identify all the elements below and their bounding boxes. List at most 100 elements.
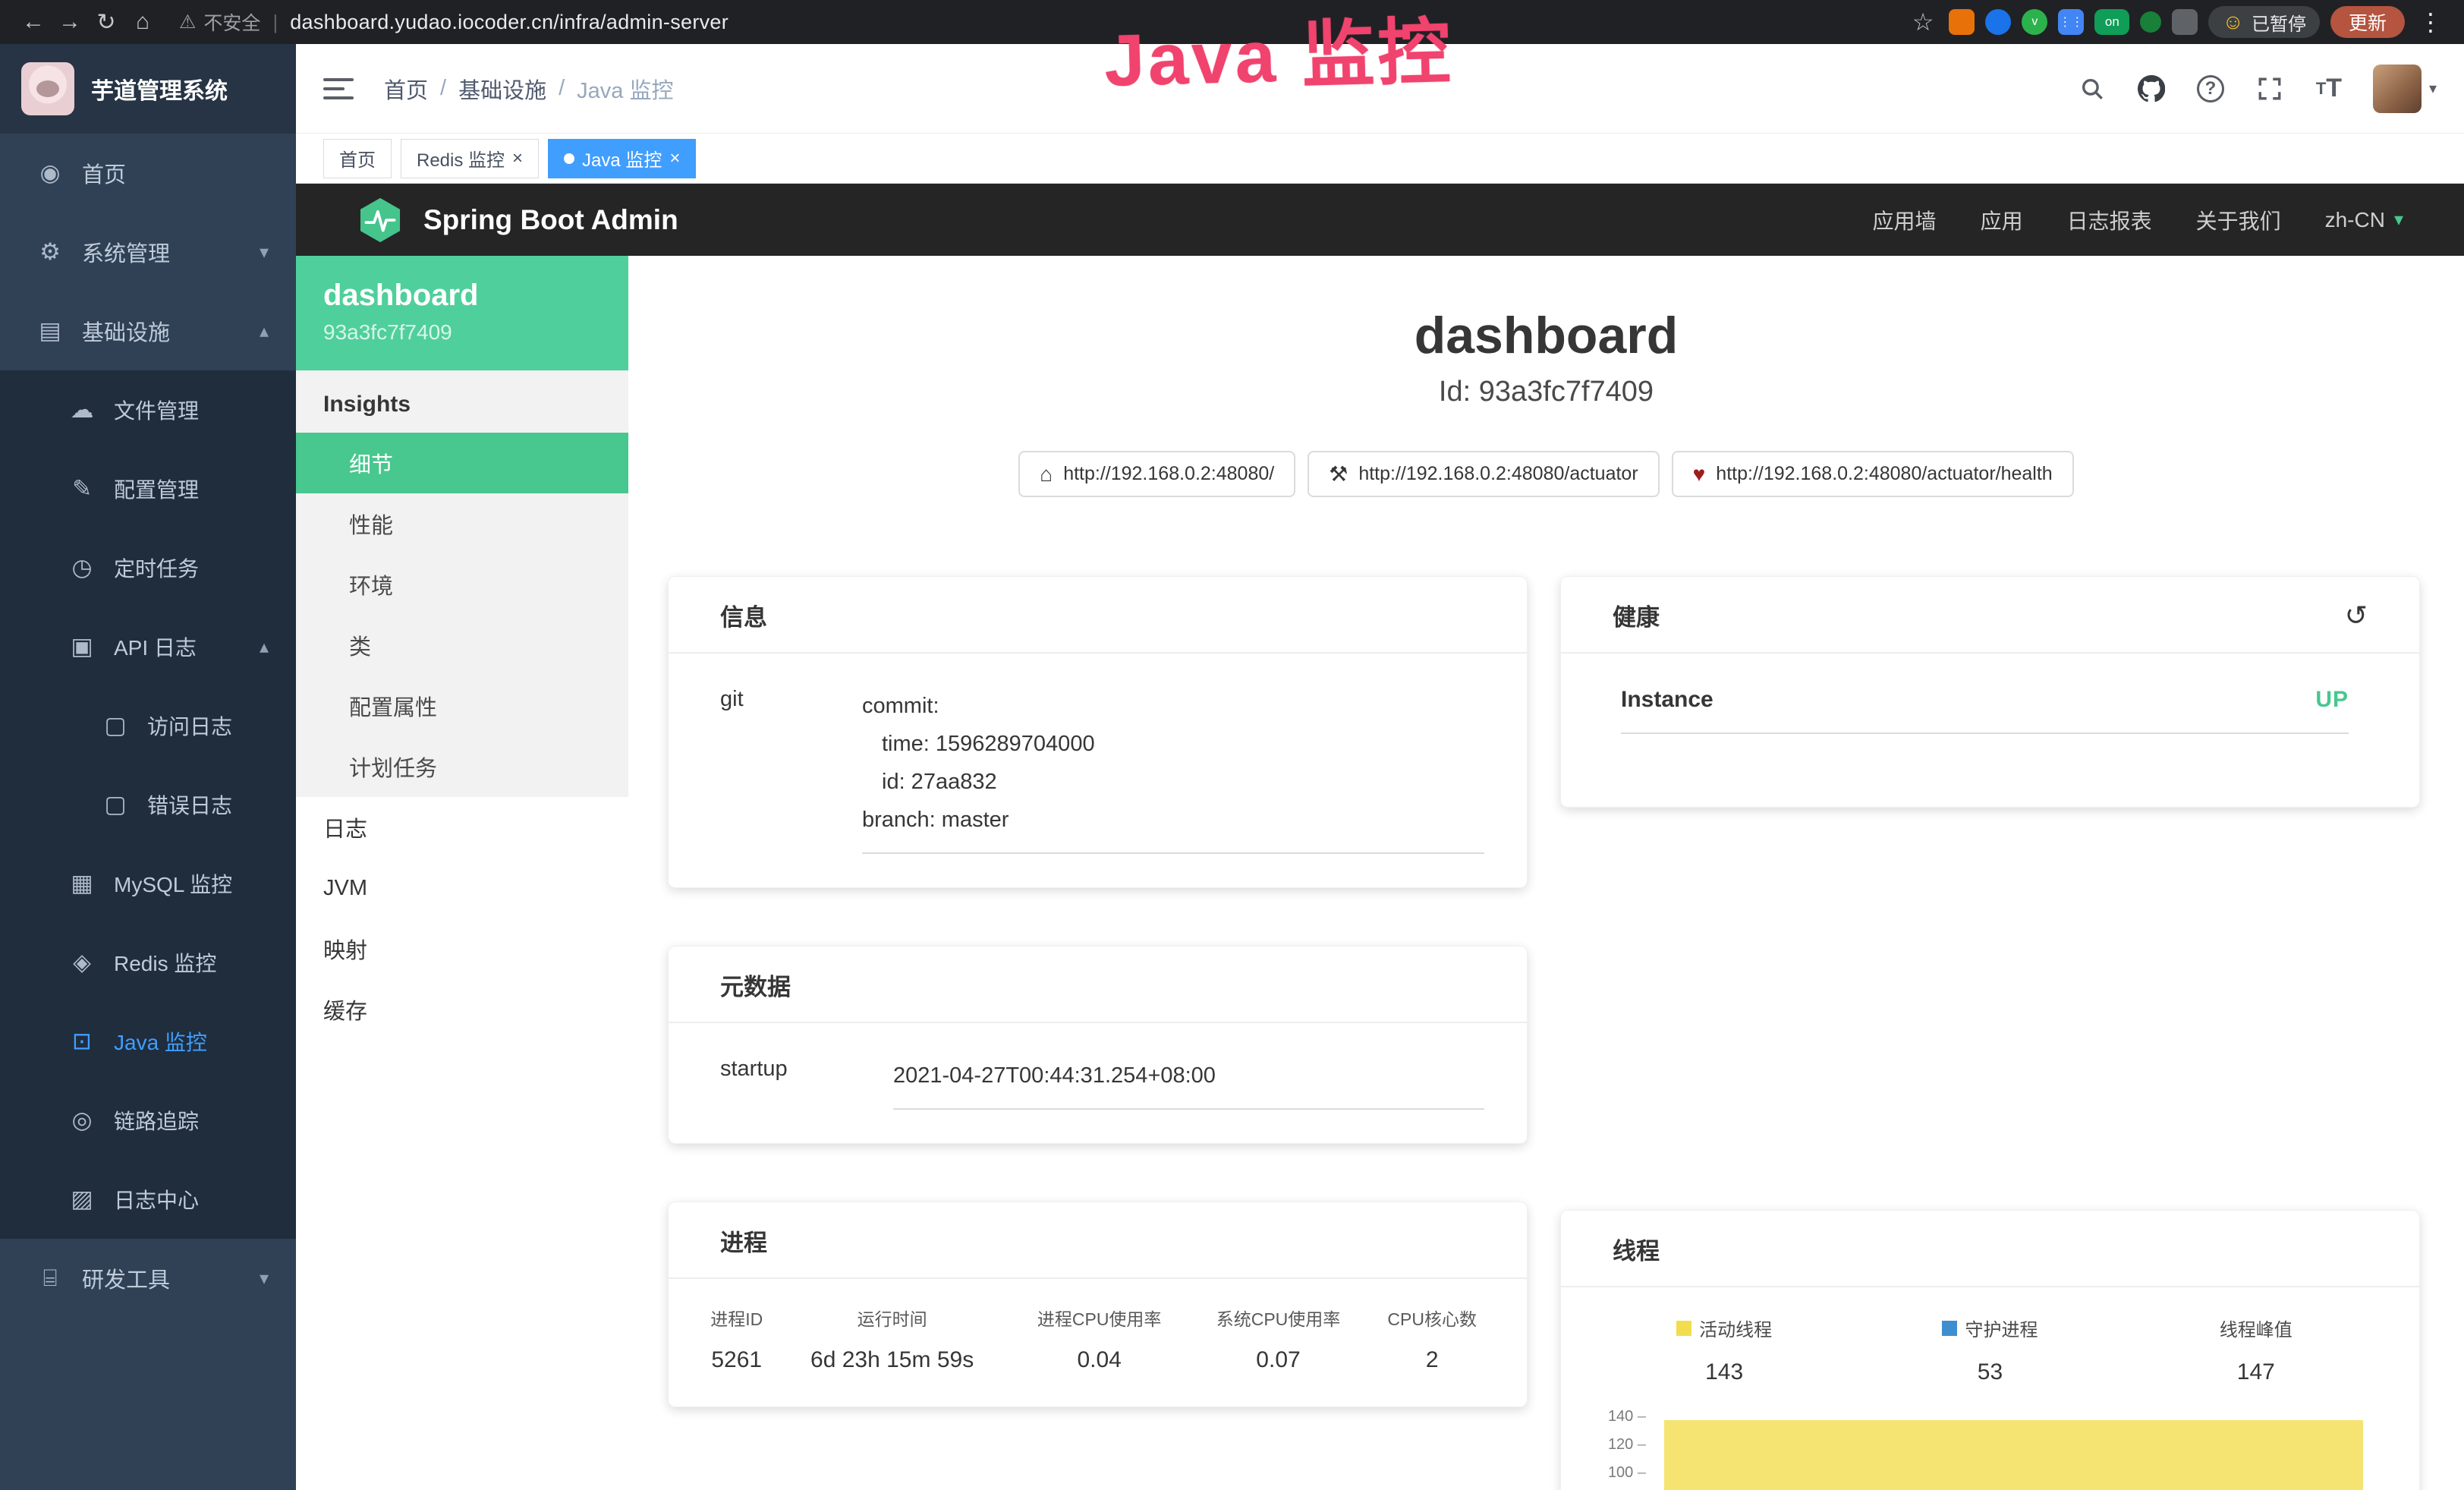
locale-select[interactable]: zh-CN ▾	[2325, 208, 2403, 232]
help-icon[interactable]: ?	[2195, 74, 2226, 104]
sidebar-item-label: 基础设施	[82, 315, 170, 347]
sba-item-logs[interactable]: 日志	[296, 797, 628, 858]
forward-icon[interactable]: →	[52, 9, 88, 35]
sba-item-environment[interactable]: 环境	[296, 554, 628, 615]
actuator-url-button[interactable]: ⚒ http://192.168.0.2:48080/actuator	[1308, 451, 1659, 497]
sidebar-item-java-monitor[interactable]: ⊡ Java 监控	[0, 1002, 296, 1081]
sba-nav-wallboard[interactable]: 应用墙	[1873, 205, 1937, 235]
sidebar-item-file-management[interactable]: ☁ 文件管理	[0, 370, 296, 449]
app-logo-row[interactable]: 芋道管理系统	[0, 44, 296, 134]
security-indicator[interactable]: ⚠ 不安全	[179, 8, 260, 36]
chevron-up-icon: ▴	[260, 636, 269, 658]
sidebar-item-scheduled-jobs[interactable]: ◷ 定时任务	[0, 528, 296, 607]
info-value: commit: time: 1596289704000 id: 27aa832 …	[862, 687, 1484, 854]
instance-header[interactable]: dashboard 93a3fc7f7409	[296, 256, 628, 370]
extension-icon[interactable]	[1985, 9, 2011, 35]
service-url-button[interactable]: ⌂ http://192.168.0.2:48080/	[1018, 451, 1295, 497]
extension-icon[interactable]: ⋮⋮	[2058, 9, 2084, 35]
history-icon[interactable]: ↺	[2345, 600, 2368, 632]
threads-chart: 140 120 100	[1591, 1408, 2389, 1490]
sidebar-item-label: 配置管理	[114, 474, 199, 504]
breadcrumb-home[interactable]: 首页	[384, 73, 428, 105]
refresh-icon[interactable]: ↻	[88, 9, 124, 36]
paused-label: 已暂停	[2252, 9, 2306, 36]
sba-item-mappings[interactable]: 映射	[296, 918, 628, 979]
address-bar[interactable]: dashboard.yudao.iocoder.cn/infra/admin-s…	[290, 11, 729, 34]
sba-nav-journal[interactable]: 日志报表	[2067, 205, 2152, 235]
font-size-icon[interactable]: TT	[2314, 74, 2344, 104]
sba-nav-applications[interactable]: 应用	[1981, 205, 2023, 235]
live-threads-swatch	[1676, 1321, 1691, 1336]
sba-nav-about[interactable]: 关于我们	[2196, 205, 2281, 235]
infrastructure-icon: ▤	[32, 317, 68, 345]
user-menu[interactable]: ▾	[2373, 65, 2437, 113]
sba-item-caches[interactable]: 缓存	[296, 979, 628, 1040]
extension-toggle-icon[interactable]: on	[2094, 9, 2129, 35]
update-button[interactable]: 更新	[2330, 6, 2405, 38]
tab-java-monitor[interactable]: Java 监控 ×	[548, 139, 696, 178]
tab-home[interactable]: 首页	[323, 139, 392, 178]
bookmark-star-icon[interactable]: ☆	[1912, 8, 1934, 36]
chevron-up-icon: ▴	[260, 320, 269, 342]
sba-brand[interactable]: Spring Boot Admin	[423, 204, 678, 236]
sidebar-item-dev-tools[interactable]: ⌸ 研发工具 ▾	[0, 1239, 296, 1318]
github-icon[interactable]	[2136, 74, 2167, 104]
browser-menu-icon[interactable]: ⋮	[2412, 8, 2449, 36]
sba-item-metrics[interactable]: 性能	[296, 493, 628, 554]
extension-icon[interactable]	[1949, 9, 1975, 35]
app-sidebar: 芋道管理系统 ◉ 首页 ⚙ 系统管理 ▾ ▤ 基础设施 ▴ ☁ 文件管理	[0, 44, 296, 1490]
chevron-down-icon: ▾	[260, 1268, 269, 1290]
close-icon[interactable]: ×	[669, 148, 680, 169]
insights-group: Insights 细节 性能 环境 类 配置属性 计划任务	[296, 370, 628, 797]
sidebar-item-tracing[interactable]: ◎ 链路追踪	[0, 1081, 296, 1160]
sidebar-item-system[interactable]: ⚙ 系统管理 ▾	[0, 213, 296, 291]
sidebar-item-home[interactable]: ◉ 首页	[0, 134, 296, 213]
search-icon[interactable]	[2077, 74, 2107, 104]
tags-bar: 首页 Redis 监控 × Java 监控 ×	[296, 134, 2464, 184]
spring-boot-admin-logo	[357, 197, 404, 244]
card-title: 进程	[720, 1224, 767, 1258]
card-title: 线程	[1613, 1232, 1660, 1266]
metadata-key: startup	[720, 1057, 893, 1110]
sidebar-item-config-management[interactable]: ✎ 配置管理	[0, 449, 296, 528]
trace-icon: ◎	[64, 1107, 100, 1134]
insights-label[interactable]: Insights	[296, 370, 628, 433]
sba-navbar: Spring Boot Admin 应用墙 应用 日志报表 关于我们 zh-CN…	[296, 184, 2464, 256]
back-icon[interactable]: ←	[15, 9, 52, 35]
sba-item-config-props[interactable]: 配置属性	[296, 676, 628, 736]
info-card: 信息 git commit: time: 1596289704000 id: 2…	[668, 576, 1528, 888]
sidebar-item-label: 系统管理	[82, 236, 170, 268]
sidebar-item-infrastructure[interactable]: ▤ 基础设施 ▴	[0, 291, 296, 370]
monitor-icon: ⊡	[64, 1028, 100, 1055]
extension-icon[interactable]	[2140, 11, 2161, 33]
fullscreen-icon[interactable]	[2255, 74, 2285, 104]
sidebar-item-access-logs[interactable]: ▢ 访问日志	[0, 686, 296, 765]
sidebar-item-error-logs[interactable]: ▢ 错误日志	[0, 765, 296, 844]
sidebar-item-log-center[interactable]: ▨ 日志中心	[0, 1160, 296, 1239]
sidebar-item-mysql-monitor[interactable]: ▦ MySQL 监控	[0, 844, 296, 923]
chevron-down-icon: ▾	[2394, 209, 2403, 231]
close-icon[interactable]: ×	[512, 148, 523, 169]
sidebar-item-api-logs[interactable]: ▣ API 日志 ▴	[0, 607, 296, 686]
tab-redis-monitor[interactable]: Redis 监控 ×	[401, 139, 539, 178]
threads-values: 143 53 147	[1591, 1359, 2389, 1385]
sidebar-item-redis-monitor[interactable]: ◈ Redis 监控	[0, 923, 296, 1002]
table-row: 5261 6d 23h 15m 59s 0.04 0.07 2	[699, 1335, 1496, 1373]
status-badge: UP	[2315, 687, 2349, 713]
card-title: 信息	[720, 598, 767, 632]
extension-icon[interactable]: v	[2022, 9, 2047, 35]
puzzle-extension-icon[interactable]	[2172, 9, 2198, 35]
security-label: 不安全	[203, 8, 260, 36]
breadcrumb-infrastructure[interactable]: 基础设施	[458, 73, 546, 105]
home-icon[interactable]: ⌂	[124, 9, 161, 35]
sba-item-details[interactable]: 细节	[296, 433, 628, 493]
health-url-button[interactable]: ♥ http://192.168.0.2:48080/actuator/heal…	[1672, 451, 2074, 497]
sba-item-scheduled-tasks[interactable]: 计划任务	[296, 736, 628, 797]
hamburger-icon[interactable]	[323, 78, 354, 99]
sba-item-classes[interactable]: 类	[296, 615, 628, 676]
paused-badge[interactable]: ☺ 已暂停	[2208, 6, 2320, 38]
dashboard-icon: ◉	[32, 159, 68, 187]
error-log-icon: ▢	[97, 791, 134, 818]
sba-sidebar: dashboard 93a3fc7f7409 Insights 细节 性能 环境…	[296, 256, 628, 1490]
sba-item-jvm[interactable]: JVM	[296, 858, 628, 918]
